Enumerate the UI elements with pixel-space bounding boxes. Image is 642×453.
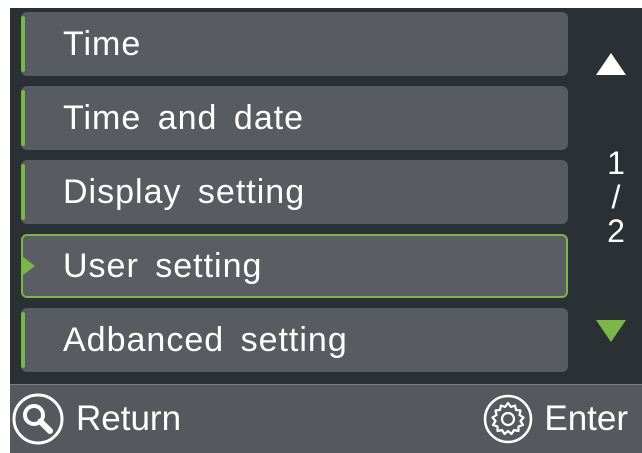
menu-item-user-setting[interactable]: User setting [21, 234, 568, 298]
menu-panel: Time Time and date Display setting User … [10, 8, 642, 384]
menu-item-advanced-setting[interactable]: Adbanced setting [21, 308, 568, 372]
menu-item-label: Time [63, 25, 142, 63]
footer-bar: Return Enter [10, 384, 642, 453]
menu-item-time-and-date[interactable]: Time and date [21, 86, 568, 150]
menu-item-time[interactable]: Time [21, 12, 568, 76]
item-accent-bar [21, 164, 25, 220]
page-current: 1 [607, 145, 625, 181]
menu-item-label: Adbanced setting [63, 321, 348, 359]
selection-arrow-icon [23, 257, 35, 275]
return-button[interactable]: Return [10, 385, 181, 453]
menu-item-label: Time and date [63, 99, 305, 137]
triangle-down-icon[interactable] [596, 320, 626, 342]
enter-button[interactable]: Enter [482, 385, 628, 453]
search-icon [12, 393, 64, 445]
menu-item-label: User setting [63, 247, 263, 285]
page-total: 2 [607, 213, 625, 249]
return-label: Return [76, 399, 182, 438]
item-accent-bar [21, 16, 25, 72]
page-indicator: 1 / 2 [590, 146, 642, 248]
gear-icon [484, 394, 533, 444]
device-screen: Time Time and date Display setting User … [0, 0, 642, 453]
item-accent-bar [21, 90, 25, 146]
item-accent-bar [21, 312, 25, 368]
triangle-up-icon[interactable] [596, 53, 626, 75]
menu-item-label: Display setting [63, 173, 306, 211]
enter-label: Enter [544, 399, 628, 438]
menu-item-display-setting[interactable]: Display setting [21, 160, 568, 224]
page-separator: / [611, 179, 621, 215]
